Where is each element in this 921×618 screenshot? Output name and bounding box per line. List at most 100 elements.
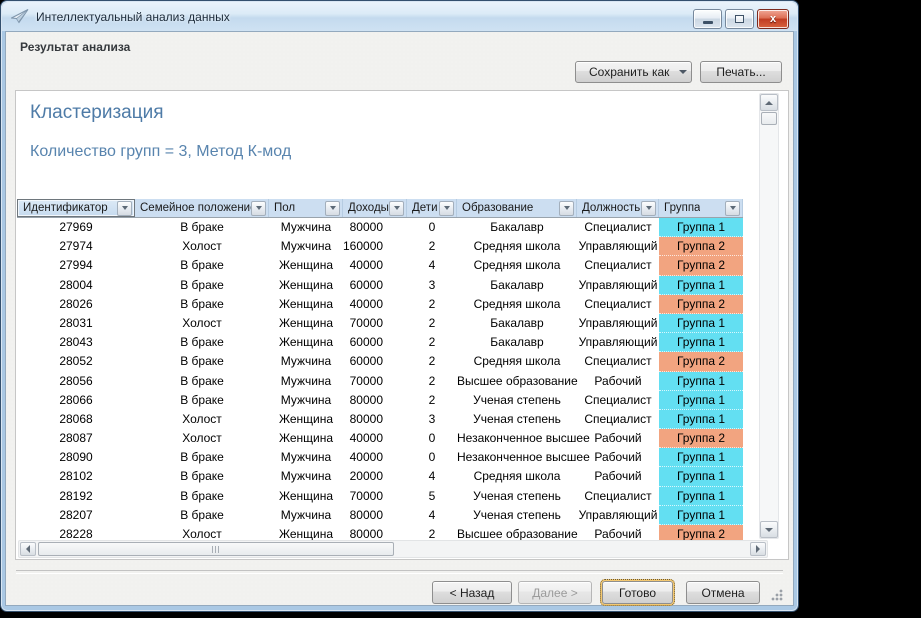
cell-marital: Холост [135, 237, 269, 256]
table-row[interactable]: 28090В бракеМужчина400000Незаконченное в… [17, 448, 743, 467]
cell-income: 60000 [343, 352, 407, 371]
table-row[interactable]: 27969В бракеМужчина800000БакалаврСпециал… [17, 218, 743, 237]
grip-icon [212, 546, 221, 553]
scroll-left-button[interactable] [20, 542, 36, 556]
column-filter-button[interactable] [251, 201, 266, 216]
table-row[interactable]: 28052В бракеМужчина600002Средняя школаСп… [17, 352, 743, 371]
column-filter-button[interactable] [117, 201, 132, 216]
cell-position: Специалист [577, 391, 659, 410]
cell-group: Группа 2 [659, 256, 743, 275]
column-filter-button[interactable] [559, 201, 574, 216]
column-header-children[interactable]: Дети [407, 199, 457, 217]
maximize-button[interactable] [725, 9, 754, 29]
table-row[interactable]: 28066В бракеМужчина800002Ученая степеньС… [17, 391, 743, 410]
minimize-button[interactable] [693, 9, 722, 29]
chevron-down-icon [330, 206, 336, 210]
cell-education: Ученая степень [457, 487, 577, 506]
cell-income: 40000 [343, 256, 407, 275]
table-row[interactable]: 28043В бракеЖенщина600002БакалаврУправля… [17, 333, 743, 352]
cell-group: Группа 1 [659, 333, 743, 352]
table-row[interactable]: 27974ХолостМужчина1600002Средняя школаУп… [17, 237, 743, 256]
cell-income: 160000 [343, 237, 407, 256]
finish-button[interactable]: Готово [602, 581, 673, 604]
column-filter-button[interactable] [439, 201, 454, 216]
table-row[interactable]: 28207В бракеМужчина800004Ученая степеньУ… [17, 506, 743, 525]
column-header-position[interactable]: Должность [577, 199, 659, 217]
table-row[interactable]: 28102В бракеМужчина200004Средняя школаРа… [17, 467, 743, 486]
column-header-id[interactable]: Идентификатор [17, 199, 135, 217]
cell-education: Средняя школа [457, 256, 577, 275]
cell-position: Специалист [577, 218, 659, 237]
cell-position: Рабочий [577, 372, 659, 391]
cell-marital: В браке [135, 448, 269, 467]
column-filter-button[interactable] [389, 201, 404, 216]
cell-marital: Холост [135, 314, 269, 333]
close-button[interactable]: x [757, 9, 789, 29]
cell-group: Группа 1 [659, 506, 743, 525]
table-row[interactable]: 28056В бракеМужчина700002Высшее образова… [17, 372, 743, 391]
cell-children: 3 [407, 410, 457, 429]
cell-group: Группа 1 [659, 276, 743, 295]
resize-grip[interactable] [770, 588, 784, 602]
table-row[interactable]: 28068ХолостЖенщина800003Ученая степеньСп… [17, 410, 743, 429]
cell-children: 0 [407, 429, 457, 448]
horizontal-scrollbar[interactable] [18, 540, 768, 558]
cell-gender: Женщина [269, 256, 343, 275]
scroll-down-button[interactable] [760, 521, 778, 538]
table-row[interactable]: 28004В бракеЖенщина600003БакалаврУправля… [17, 276, 743, 295]
table-row[interactable]: 28087ХолостЖенщина400000Незаконченное вы… [17, 429, 743, 448]
cell-children: 0 [407, 218, 457, 237]
column-header-group[interactable]: Группа [659, 199, 743, 217]
cell-education: Средняя школа [457, 352, 577, 371]
cell-children: 2 [407, 391, 457, 410]
cell-id: 28043 [17, 333, 135, 352]
horizontal-scroll-thumb[interactable] [38, 542, 394, 556]
cell-marital: В браке [135, 295, 269, 314]
scroll-up-button[interactable] [760, 94, 778, 111]
save-as-button[interactable]: Сохранить как [575, 61, 692, 83]
cell-children: 3 [407, 276, 457, 295]
cell-children: 5 [407, 487, 457, 506]
cell-id: 28031 [17, 314, 135, 333]
save-as-label: Сохранить как [589, 65, 669, 79]
scroll-right-button[interactable] [750, 542, 766, 556]
cell-gender: Мужчина [269, 448, 343, 467]
cell-children: 0 [407, 448, 457, 467]
column-header-income[interactable]: Доходы [343, 199, 407, 217]
cell-id: 28004 [17, 276, 135, 295]
report-title: Кластеризация [30, 102, 164, 124]
cell-gender: Женщина [269, 333, 343, 352]
table-row[interactable]: 28026В бракеЖенщина400002Средняя школаСп… [17, 295, 743, 314]
column-filter-button[interactable] [641, 201, 656, 216]
maximize-icon [735, 15, 744, 23]
cell-children: 2 [407, 333, 457, 352]
chevron-down-icon [730, 206, 736, 210]
column-header-education[interactable]: Образование [457, 199, 577, 217]
table-row[interactable]: 27994В бракеЖенщина400004Средняя школаСп… [17, 256, 743, 275]
vertical-scroll-thumb[interactable] [761, 112, 777, 125]
column-header-marital[interactable]: Семейное положение [135, 199, 269, 217]
vertical-scrollbar[interactable] [759, 93, 779, 539]
table-row[interactable]: 28192В бракеЖенщина700005Ученая степеньС… [17, 487, 743, 506]
titlebar[interactable]: Интеллектуальный анализ данных x [2, 2, 797, 31]
cell-id: 28052 [17, 352, 135, 371]
column-filter-button[interactable] [325, 201, 340, 216]
minimize-icon [703, 21, 713, 24]
cell-children: 4 [407, 256, 457, 275]
cell-income: 70000 [343, 314, 407, 333]
back-button[interactable]: < Назад [432, 581, 512, 604]
cell-id: 28066 [17, 391, 135, 410]
cancel-button[interactable]: Отмена [686, 581, 760, 604]
print-button[interactable]: Печать... [700, 61, 782, 83]
cell-marital: Холост [135, 429, 269, 448]
cell-education: Средняя школа [457, 295, 577, 314]
cell-group: Группа 2 [659, 295, 743, 314]
column-filter-button[interactable] [725, 201, 740, 216]
table-row[interactable]: 28031ХолостЖенщина700002БакалаврУправляю… [17, 314, 743, 333]
chevron-down-icon [122, 206, 128, 210]
cell-gender: Мужчина [269, 352, 343, 371]
column-header-gender[interactable]: Пол [269, 199, 343, 217]
cell-marital: В браке [135, 333, 269, 352]
cell-marital: В браке [135, 467, 269, 486]
cell-marital: В браке [135, 391, 269, 410]
